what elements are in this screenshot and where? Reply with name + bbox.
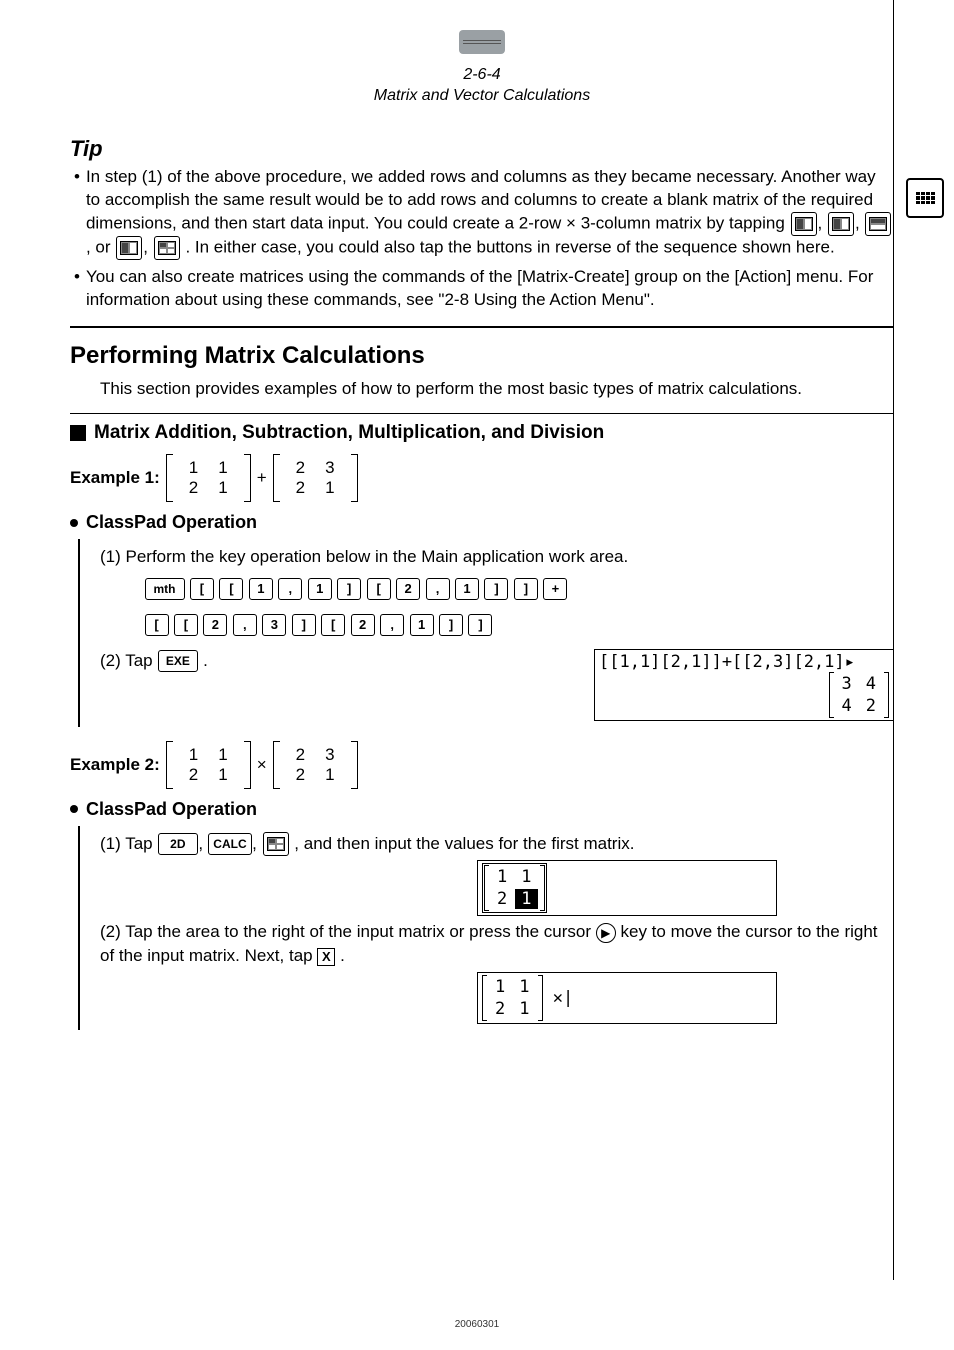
step-1-2: (2) Tap EXE . (100, 649, 208, 673)
footer-date: 20060301 (0, 1319, 954, 1330)
key[interactable]: 1 (455, 578, 479, 600)
matrix-template-icon-3[interactable] (865, 212, 891, 236)
step-2-1b: , and then input the values for the firs… (294, 834, 634, 853)
key[interactable]: ] (337, 578, 361, 600)
classpad-op-1-title: ClassPad Operation (70, 512, 894, 533)
divider-2 (70, 413, 894, 414)
key[interactable]: ] (439, 614, 463, 636)
key-2d[interactable]: 2D (158, 833, 198, 855)
subsection-heading: Matrix Addition, Subtraction, Multiplica… (70, 422, 894, 444)
cursor-glyph: ✕| (553, 988, 573, 1008)
key-calc[interactable]: CALC (208, 833, 251, 855)
matrix-template-icon-1[interactable] (791, 212, 817, 236)
key[interactable]: , (380, 614, 404, 636)
result-screen-1: [[1,1][2,1]]+[[2,3][2,1]▸ 3442 (594, 649, 894, 721)
key[interactable]: ] (468, 614, 492, 636)
cursor-right-icon[interactable]: ▶ (596, 923, 616, 943)
step-2-2c: . (340, 946, 345, 965)
tip-bullet-2: • You can also create matrices using the… (74, 266, 894, 312)
key[interactable]: 1 (249, 578, 273, 600)
screen-result-matrix: 3442 (829, 672, 890, 718)
key[interactable]: ] (514, 578, 538, 600)
tip-heading: Tip (70, 136, 894, 162)
matrix-template-icon-2[interactable] (828, 212, 854, 236)
key[interactable]: , (426, 578, 450, 600)
key[interactable]: + (543, 578, 567, 600)
divider-1 (70, 326, 894, 328)
steps-block-1: (1) Perform the key operation below in t… (78, 539, 894, 727)
step-2-2: (2) Tap the area to the right of the inp… (100, 920, 894, 968)
key-mth[interactable]: mth (145, 578, 185, 600)
key[interactable]: [ (367, 578, 391, 600)
dot-bullet-icon (70, 519, 78, 527)
classpad-op-2-title: ClassPad Operation (70, 799, 894, 820)
key[interactable]: 1 (410, 614, 434, 636)
section-intro: This section provides examples of how to… (100, 378, 894, 401)
key-sequence-row-1: mth [ [ 1 , 1 ] [ 2 , 1 ] ] + (144, 573, 894, 605)
steps-block-2: (1) Tap 2D, CALC, , and then input the v… (78, 826, 894, 1030)
example-1-matrix-b: 2321 (273, 454, 358, 502)
step-1-1: (1) Perform the key operation below in t… (100, 545, 894, 569)
example-1-matrix-a: 1121 (166, 454, 251, 502)
example-1-op: + (257, 468, 267, 488)
step-2-2a: (2) Tap the area to the right of the inp… (100, 922, 596, 941)
result-screen-2b: 1121 ✕| (477, 972, 777, 1024)
square-bullet-icon (70, 425, 86, 441)
example-2-matrix-a: 1121 (166, 741, 251, 789)
key[interactable]: 2 (203, 614, 227, 636)
tip-bullet-1: • In step (1) of the above procedure, we… (74, 166, 894, 260)
matrix-template-icon-5[interactable] (154, 236, 180, 260)
step-1-2b: . (203, 651, 208, 670)
example-2-label: Example 2: (70, 755, 160, 775)
header-title: Matrix and Vector Calculations (374, 87, 590, 104)
key[interactable]: ] (292, 614, 316, 636)
keypad-icon[interactable] (906, 178, 944, 218)
key[interactable]: , (278, 578, 302, 600)
key[interactable]: 2 (396, 578, 420, 600)
key[interactable]: [ (219, 578, 243, 600)
page-header: 2-6-4 Matrix and Vector Calculations (70, 30, 894, 106)
example-2: Example 2: 1121 × 2321 (70, 741, 894, 789)
step-2-1: (1) Tap 2D, CALC, , and then input the v… (100, 832, 894, 857)
key[interactable]: , (233, 614, 257, 636)
step-1-2a: (2) Tap (100, 651, 157, 670)
key-exe[interactable]: EXE (158, 650, 198, 672)
multiply-key-icon[interactable]: X (317, 948, 335, 966)
key[interactable]: 2 (351, 614, 375, 636)
key[interactable]: [ (174, 614, 198, 636)
section-title: Performing Matrix Calculations (70, 342, 894, 370)
example-2-matrix-b: 2321 (273, 741, 358, 789)
result-screen-2a: 1121 (477, 860, 777, 916)
tip1-text-c: . In either case, you could also tap the… (185, 238, 834, 257)
example-1: Example 1: 1121 + 2321 (70, 454, 894, 502)
header-badge-icon (459, 30, 505, 54)
tip1-text-a: In step (1) of the above procedure, we a… (86, 167, 876, 232)
tip1-text-b: , or (86, 238, 115, 257)
key[interactable]: [ (190, 578, 214, 600)
key[interactable]: [ (145, 614, 169, 636)
step-2-1a: (1) Tap (100, 834, 157, 853)
dot-bullet-icon (70, 805, 78, 813)
screen-input-line: [[1,1][2,1]]+[[2,3][2,1]▸ (599, 652, 889, 672)
classpad-op-1-label: ClassPad Operation (86, 512, 257, 533)
matrix-template-icon-6[interactable] (263, 832, 289, 856)
key[interactable]: 1 (308, 578, 332, 600)
classpad-op-2-label: ClassPad Operation (86, 799, 257, 820)
example-2-op: × (257, 755, 267, 775)
example-1-label: Example 1: (70, 468, 160, 488)
key[interactable]: ] (484, 578, 508, 600)
matrix-template-icon-4[interactable] (116, 236, 142, 260)
header-page-ref: 2-6-4 (463, 66, 500, 83)
key[interactable]: 3 (262, 614, 286, 636)
subsection-title: Matrix Addition, Subtraction, Multiplica… (94, 422, 604, 444)
tip2-text: You can also create matrices using the c… (86, 266, 894, 312)
key-sequence-row-2: [ [ 2 , 3 ] [ 2 , 1 ] ] (144, 609, 894, 641)
key[interactable]: [ (321, 614, 345, 636)
